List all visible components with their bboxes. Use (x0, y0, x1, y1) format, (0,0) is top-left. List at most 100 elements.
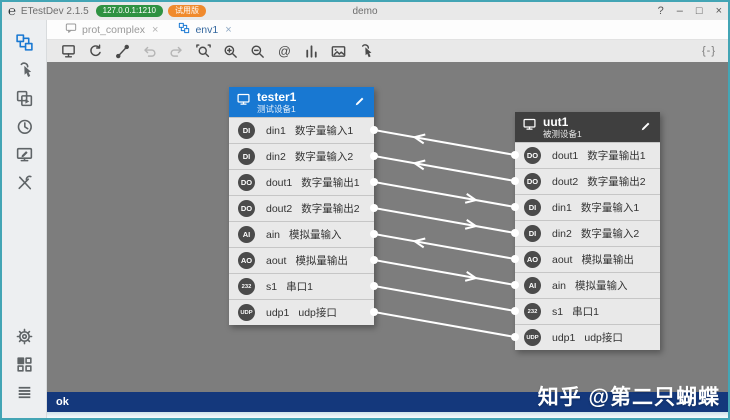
sidebar (2, 20, 47, 418)
sidebar-item-menu-lines[interactable] (9, 380, 39, 404)
node-title: uut1 (543, 114, 569, 129)
close-icon[interactable]: × (225, 24, 231, 36)
port-name: dout1 (552, 149, 579, 162)
port-type-badge: DO (238, 174, 255, 191)
port-row-uut1-s1[interactable]: 232 s1 串口1 (515, 298, 660, 324)
monitor-icon (236, 92, 251, 112)
help-button[interactable]: ? (658, 5, 664, 17)
sidebar-item-hand-pointer[interactable] (9, 58, 39, 82)
port-description: 串口1 (286, 281, 313, 293)
sidebar-item-topology[interactable] (9, 30, 39, 54)
toolbar-connect-button[interactable] (113, 42, 131, 60)
port-description: 串口1 (572, 306, 599, 318)
sidebar-item-history[interactable] (9, 114, 39, 138)
monitor-icon (522, 117, 537, 137)
sidebar-top-group (9, 28, 39, 196)
toolbar-add-device-button[interactable] (59, 42, 77, 60)
toolbar-refresh-button[interactable] (86, 42, 104, 60)
port-row-uut1-din1[interactable]: DI din1 数字量输入1 (515, 194, 660, 220)
port-row-uut1-din2[interactable]: DI din2 数字量输入2 (515, 220, 660, 246)
toolbar-zoom-in-button[interactable] (221, 42, 239, 60)
tab-prot-complex[interactable]: prot_complex × (55, 20, 169, 39)
tab-env1[interactable]: env1 × (168, 20, 242, 39)
sidebar-bottom-group (9, 322, 39, 406)
port-list: DI din1 数字量输入1 DI din2 数字量输入2 DO dout1 数字量输出1 DO d… (229, 117, 374, 325)
toolbar-buttons: @ (59, 42, 374, 60)
canvas-toolbar: @ {-} (47, 39, 728, 62)
port-type-badge: UDP (524, 329, 541, 346)
code-braces-button[interactable]: {-} (702, 45, 716, 57)
port-type-badge: 232 (524, 303, 541, 320)
toolbar-undo-button (140, 42, 158, 60)
minimize-button[interactable]: – (677, 5, 683, 17)
sidebar-item-settings-gear[interactable] (9, 324, 39, 348)
port-row-tester1-din2[interactable]: DI din2 数字量输入2 (229, 143, 374, 169)
node-subtitle: 被测设备1 (543, 128, 582, 139)
tab-bar: prot_complex × env1 × (47, 20, 728, 39)
port-row-uut1-aout[interactable]: AO aout 模拟量输出 (515, 246, 660, 272)
device-node-tester1[interactable]: tester1 测试设备1 DI din1 数字量输入1 DI din2 数字量输入2 DO… (229, 87, 374, 325)
port-description: 数字量输出1 (301, 177, 360, 189)
toolbar-statistics-button[interactable] (302, 42, 320, 60)
port-description: 数字量输入2 (294, 151, 354, 163)
port-row-tester1-dout2[interactable]: DO dout2 数字量输出2 (229, 195, 374, 221)
port-description: 数字量输出1 (587, 150, 646, 162)
port-description: 模拟量输出 (295, 255, 348, 267)
port-row-tester1-dout1[interactable]: DO dout1 数字量输出1 (229, 169, 374, 195)
port-row-uut1-ain[interactable]: AI ain 模拟量输入 (515, 272, 660, 298)
edit-icon[interactable] (639, 120, 653, 134)
port-name: din2 (552, 227, 572, 240)
chat-icon (65, 22, 77, 37)
port-description: 模拟量输入 (289, 229, 342, 241)
port-row-tester1-s1[interactable]: 232 s1 串口1 (229, 273, 374, 299)
port-row-tester1-udp1[interactable]: UDP udp1 udp接口 (229, 299, 374, 325)
maximize-button[interactable]: □ (696, 5, 703, 17)
port-row-tester1-din1[interactable]: DI din1 数字量输入1 (229, 117, 374, 143)
close-button[interactable]: × (716, 5, 722, 17)
status-text: ok (56, 396, 69, 408)
node-title: tester1 (257, 89, 297, 104)
port-row-uut1-udp1[interactable]: UDP udp1 udp接口 (515, 324, 660, 350)
address-badge: 127.0.0.1:1210 (95, 5, 164, 17)
port-type-badge: DO (524, 147, 541, 164)
close-icon[interactable]: × (152, 24, 158, 36)
app-title: ETestDev 2.1.5 (20, 5, 89, 17)
window-controls: ? – □ × (658, 5, 722, 17)
sidebar-item-monitor-edit[interactable] (9, 142, 39, 166)
port-description: udp接口 (584, 332, 623, 344)
port-type-badge: UDP (238, 304, 255, 321)
port-row-uut1-dout2[interactable]: DO dout2 数字量输出2 (515, 168, 660, 194)
edit-icon[interactable] (353, 95, 367, 109)
toolbar-locate-at-button[interactable]: @ (275, 42, 293, 60)
toolbar-snapshot-button[interactable] (329, 42, 347, 60)
port-name: ain (266, 228, 281, 241)
sidebar-item-apps-grid[interactable] (9, 352, 39, 376)
sidebar-item-tools[interactable] (9, 170, 39, 194)
tab-label: env1 (195, 23, 219, 36)
app-window: ℮ ETestDev 2.1.5 127.0.0.1:1210 试用版 demo… (0, 0, 730, 420)
sidebar-item-deploy-layers[interactable] (9, 86, 39, 110)
port-name: dout2 (266, 202, 293, 215)
toolbar-redo-button (167, 42, 185, 60)
node-subtitle: 测试设备1 (257, 103, 296, 114)
port-type-badge: DI (238, 122, 255, 139)
port-name: udp1 (266, 306, 290, 319)
port-row-tester1-aout[interactable]: AO aout 模拟量输出 (229, 247, 374, 273)
toolbar-hand-pointer-button[interactable] (356, 42, 374, 60)
port-name: aout (552, 253, 573, 266)
edition-badge: 试用版 (168, 5, 207, 17)
toolbar-zoom-region-button[interactable] (194, 42, 212, 60)
port-name: din1 (266, 124, 286, 137)
node-header[interactable]: uut1 被测设备1 (515, 112, 660, 142)
node-header[interactable]: tester1 测试设备1 (229, 87, 374, 117)
diagram-canvas[interactable]: tester1 测试设备1 DI din1 数字量输入1 DI din2 数字量输入2 DO… (47, 62, 728, 392)
port-row-tester1-ain[interactable]: AI ain 模拟量输入 (229, 221, 374, 247)
toolbar-zoom-out-button[interactable] (248, 42, 266, 60)
watermark-text: 知乎 @第二只蝴蝶 (537, 386, 720, 409)
port-name: aout (266, 254, 287, 267)
port-description: 模拟量输出 (581, 254, 634, 266)
device-node-uut1[interactable]: uut1 被测设备1 DO dout1 数字量输出1 DO dout2 数字量输出2 DI d… (515, 112, 660, 350)
port-row-uut1-dout1[interactable]: DO dout1 数字量输出1 (515, 142, 660, 168)
port-type-badge: AO (524, 251, 541, 268)
content-column: prot_complex × env1 × @ {-} tester1 测试设备… (47, 20, 728, 418)
